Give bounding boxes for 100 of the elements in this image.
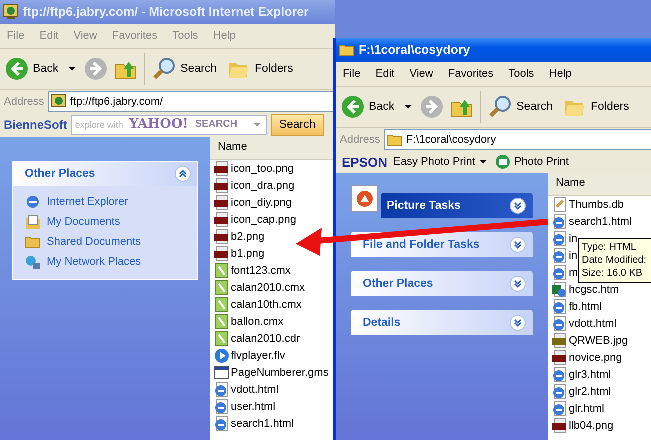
- file-entry[interactable]: calan2010.cdr: [231, 332, 300, 344]
- list-entry[interactable]: glr2.html: [569, 386, 612, 398]
- web-page-icon: [552, 248, 568, 264]
- web-page-icon: [214, 398, 230, 414]
- menu-item[interactable]: Help: [548, 67, 573, 81]
- place-link[interactable]: My Documents: [47, 216, 120, 228]
- image-file-icon: [214, 160, 230, 176]
- pane-title[interactable]: Other Places: [25, 168, 96, 180]
- image-file-icon: [214, 194, 230, 210]
- file-entry[interactable]: vdott.html: [231, 384, 279, 396]
- list-entry[interactable]: hcgsc.htm: [569, 284, 620, 296]
- web-page-icon: [214, 382, 230, 398]
- menu-item[interactable]: File: [342, 67, 362, 81]
- chevron-icon[interactable]: [510, 314, 526, 330]
- drawing-file-icon: [214, 280, 230, 296]
- web-page-icon: [552, 384, 568, 400]
- file-entry[interactable]: icon_cap.png: [231, 214, 296, 226]
- search-logo: YAHOO!: [129, 117, 189, 133]
- folders-button[interactable]: Folders: [561, 93, 632, 121]
- search-icon: [152, 57, 177, 81]
- list-entry[interactable]: in: [569, 250, 578, 262]
- file-entry[interactable]: icon_diy.png: [231, 196, 292, 208]
- folders-button[interactable]: Folders: [225, 55, 296, 83]
- address-field[interactable]: ftp://ftp6.jabry.com/: [48, 91, 335, 112]
- search-icon: [488, 95, 513, 119]
- list-entry[interactable]: glr3.html: [569, 368, 612, 380]
- image-file-icon: [214, 246, 230, 262]
- file-entry[interactable]: ballon.cmx: [231, 316, 284, 328]
- chevron-icon[interactable]: [175, 166, 191, 182]
- image-file-icon: [214, 228, 230, 244]
- image-file-icon: [214, 212, 230, 228]
- file-entry[interactable]: flvplayer.flv: [231, 350, 286, 362]
- list-entry[interactable]: fb.html: [569, 300, 602, 312]
- menu-item[interactable]: Tools: [508, 67, 536, 81]
- list-entry[interactable]: in: [569, 232, 578, 244]
- list-entry[interactable]: Thumbs.db: [569, 198, 624, 210]
- search-button[interactable]: Search: [271, 114, 324, 136]
- image-file-icon: [552, 332, 568, 348]
- tooltip-line: Date Modified:: [582, 254, 648, 267]
- place-link[interactable]: My Network Places: [47, 256, 142, 268]
- menu-item[interactable]: Edit: [374, 67, 396, 81]
- documents-icon[interactable]: [25, 214, 41, 230]
- menu-item[interactable]: Favorites: [447, 67, 495, 81]
- task-pane-header[interactable]: Details: [351, 310, 533, 335]
- list-entry[interactable]: novice.png: [569, 352, 622, 364]
- drawing-file-icon: [214, 314, 230, 330]
- file-entry[interactable]: PageNumberer.gms: [231, 366, 329, 378]
- place-link[interactable]: Internet Explorer: [47, 196, 128, 208]
- list-entry[interactable]: vdott.html: [569, 318, 617, 330]
- play-icon: [214, 348, 230, 364]
- search-logo-word: SEARCH: [195, 119, 238, 131]
- caret-icon[interactable]: [404, 105, 412, 109]
- menu-item[interactable]: View: [408, 67, 434, 81]
- file-entry[interactable]: search1.html: [231, 418, 294, 430]
- web-page-icon: [552, 316, 568, 332]
- photo-print-button[interactable]: Photo Print: [495, 154, 569, 170]
- chevron-icon[interactable]: [510, 276, 526, 292]
- toolbar-brand: EPSON: [342, 154, 388, 170]
- chevron-icon[interactable]: [510, 198, 526, 214]
- window-title: ftp://ftp6.jabry.com/ - Microsoft Internet Explorer: [23, 5, 309, 19]
- file-entry[interactable]: icon_dra.png: [231, 180, 295, 192]
- web-page-icon: [552, 214, 568, 230]
- list-entry[interactable]: search1.html: [569, 216, 632, 228]
- file-entry[interactable]: font123.cmx: [231, 264, 291, 276]
- drawing-file-icon: [214, 296, 230, 312]
- place-link[interactable]: Shared Documents: [47, 236, 142, 248]
- program-file-icon: [214, 364, 230, 380]
- address-field[interactable]: F:\1coral\cosydory: [384, 129, 651, 150]
- list-entry[interactable]: llb04.png: [569, 420, 614, 432]
- task-pane-header[interactable]: File and Folder Tasks: [351, 232, 533, 257]
- task-pane-header[interactable]: Other Places: [351, 271, 533, 296]
- back-button[interactable]: Back: [339, 93, 397, 121]
- web-page-icon: [552, 400, 568, 416]
- tooltip-line: Size: 16.0 KB: [582, 267, 644, 280]
- easy-photo-print-button[interactable]: Easy Photo Print: [394, 156, 490, 168]
- column-header[interactable]: Name: [210, 137, 335, 160]
- file-entry[interactable]: calan2010.cmx: [231, 282, 305, 294]
- file-entry[interactable]: b2.png: [231, 230, 265, 242]
- web-page-icon: [552, 264, 568, 280]
- back-button[interactable]: Back: [3, 55, 61, 83]
- file-entry[interactable]: calan10th.cmx: [231, 298, 302, 310]
- file-entry[interactable]: user.html: [231, 400, 276, 412]
- chevron-icon[interactable]: [510, 236, 526, 252]
- caret-icon[interactable]: [68, 67, 76, 71]
- column-header[interactable]: Name: [548, 173, 651, 196]
- task-pane-header[interactable]: Picture Tasks: [381, 193, 533, 218]
- window-title: F:\1coral\cosydory: [359, 43, 470, 57]
- list-entry[interactable]: QRWEB.jpg: [569, 334, 628, 346]
- search-button[interactable]: Search: [150, 55, 220, 83]
- web-page-icon: [214, 416, 230, 432]
- web-page-icon: [552, 366, 568, 382]
- list-entry[interactable]: glr.html: [569, 402, 604, 414]
- image-file-icon: [552, 418, 568, 434]
- list-entry[interactable]: m: [569, 266, 578, 278]
- image-file-icon: [214, 178, 230, 194]
- address-label: Address: [340, 134, 380, 146]
- file-entry[interactable]: icon_too.png: [231, 162, 294, 174]
- picture-icon: [351, 185, 381, 215]
- search-button[interactable]: Search: [486, 93, 556, 121]
- file-entry[interactable]: b1.png: [231, 248, 265, 260]
